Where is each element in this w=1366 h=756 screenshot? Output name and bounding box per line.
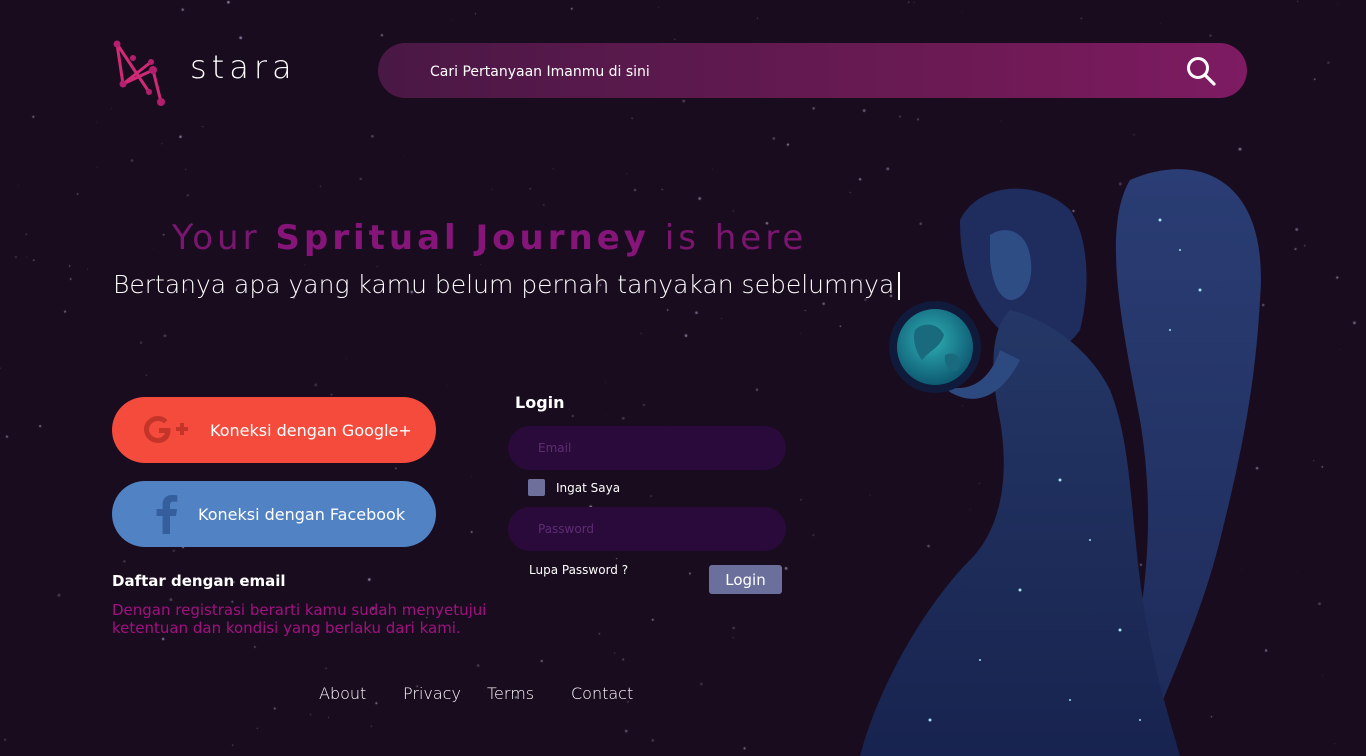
footer-link-terms[interactable]: Terms [487, 684, 534, 703]
hero-title-part2: is here [649, 218, 808, 258]
footer-link-about[interactable]: About [319, 684, 366, 703]
google-connect-label: Koneksi dengan Google+ [210, 420, 412, 440]
forgot-password-link[interactable]: Lupa Password ? [529, 563, 628, 577]
search-icon[interactable] [1185, 55, 1217, 87]
remember-me: Ingat Saya [528, 479, 620, 496]
register-note: Dengan registrasi berarti kamu sudah men… [112, 601, 487, 637]
remember-checkbox[interactable] [528, 479, 545, 496]
google-plus-icon [140, 414, 194, 446]
brand-name: stara [190, 48, 297, 86]
facebook-connect-button[interactable]: Koneksi dengan Facebook [112, 481, 436, 547]
login-title: Login [515, 393, 565, 412]
password-field[interactable] [508, 507, 786, 551]
search-bar [378, 43, 1247, 100]
search-input[interactable] [428, 43, 1132, 100]
footer-link-privacy[interactable]: Privacy [403, 684, 461, 703]
facebook-icon [140, 494, 194, 534]
email-field[interactable] [508, 426, 786, 470]
login-button[interactable]: Login [709, 565, 782, 594]
hero-title-strong: Spritual Journey [275, 218, 650, 258]
remember-label: Ingat Saya [556, 480, 621, 495]
hero-subtitle-wrap: Bertanya apa yang kamu belum pernah tany… [113, 270, 901, 300]
register-title[interactable]: Daftar dengan email [112, 572, 286, 590]
google-connect-button[interactable]: Koneksi dengan Google+ [112, 397, 436, 463]
angel-holding-globe-illustration [860, 169, 1261, 756]
hero-title: Your Spritual Journey is here [172, 218, 807, 258]
hero-subtitle: Bertanya apa yang kamu belum pernah tany… [113, 270, 895, 299]
hero-title-part1: Your [172, 218, 276, 258]
footer-link-contact[interactable]: Contact [571, 684, 633, 703]
facebook-connect-label: Koneksi dengan Facebook [198, 504, 406, 524]
